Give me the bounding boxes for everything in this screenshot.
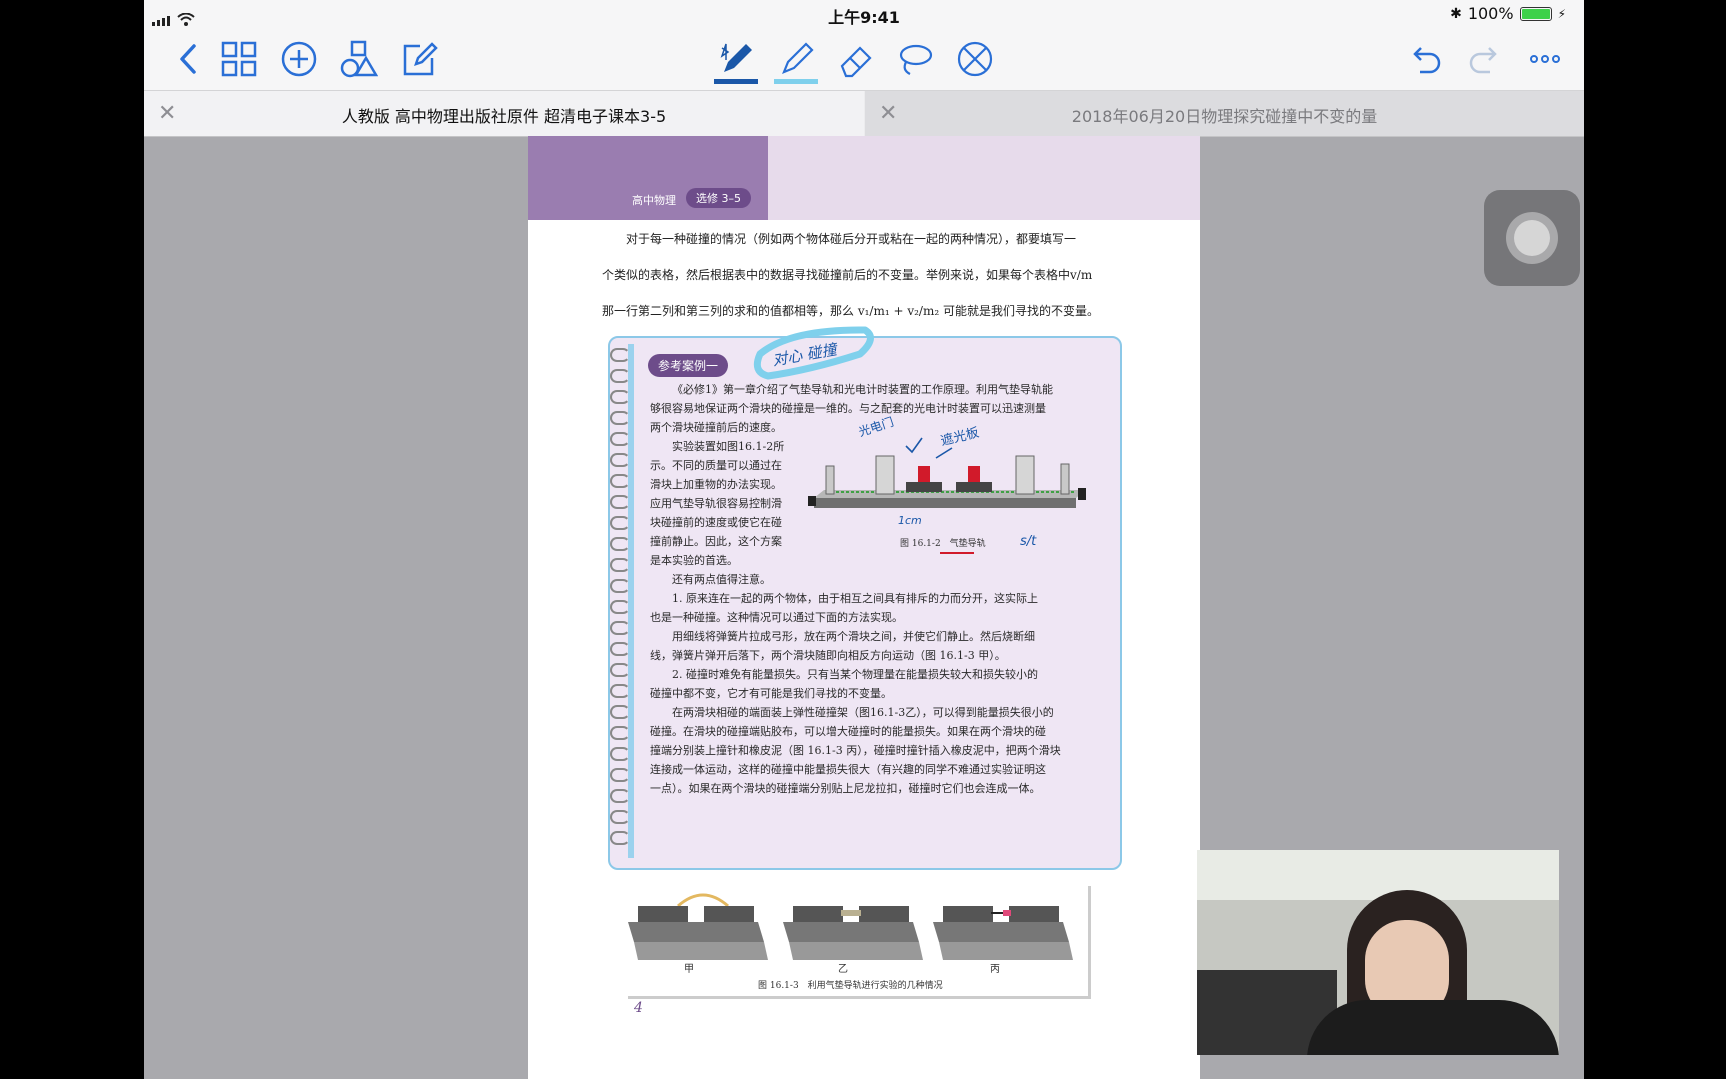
status-time: 上午9:41	[828, 8, 900, 27]
battery-icon	[1519, 6, 1552, 21]
case-text-line: 撞端分别装上撞针和橡皮泥（图 16.1-3 丙），碰撞时撞针插入橡皮泥中，把两个…	[650, 744, 1061, 757]
header-subject: 高中物理	[632, 194, 676, 207]
webcam-person-shoulders	[1307, 1000, 1559, 1055]
tab-document-2[interactable]: ✕ 2018年06月20日物理探究碰撞中不变的量	[865, 91, 1584, 136]
thumbnail-grid-icon[interactable]	[216, 36, 262, 82]
document-page[interactable]: 高中物理 选修 3–5 对于每一种碰撞的情况（例如两个物体碰后分开或粘在一起的两…	[528, 136, 1200, 1079]
case-text-line: 线，弹簧片弹开后落下，两个滑块随即向相反方向运动（图 16.1-3 甲）。	[650, 649, 1006, 662]
eraser-icon[interactable]	[832, 36, 878, 82]
status-bar: 上午9:41 ✱ 100% ⚡	[144, 0, 1584, 28]
notebook-ring	[610, 495, 630, 509]
case-text-line: 撞前静止。因此，这个方案	[650, 535, 782, 548]
notebook-ring	[610, 537, 630, 551]
case-text-line: 碰撞中都不变，它才有可能是我们寻找的不变量。	[650, 687, 892, 700]
notebook-ring	[610, 369, 630, 383]
charging-icon: ⚡	[1557, 6, 1566, 21]
notebook-ring	[610, 810, 630, 824]
case-text-line: 《必修1》第一章介绍了气垫导轨和光电计时装置的工作原理。利用气垫导轨能	[672, 383, 1053, 396]
handwritten-underline	[940, 552, 974, 554]
intro-line: 那一行第二列和第三列的求和的值都相等，那么 v₁/m₁ + v₂/m₂ 可能就是…	[602, 304, 1099, 318]
case-text-line: 连接成一体运动，这样的碰撞中能量损失很大（有兴趣的同学不难通过实验证明这	[650, 763, 1046, 776]
notebook-ring	[610, 747, 630, 761]
case-text-line: 是本实验的首选。	[650, 554, 738, 567]
notebook-ring	[610, 642, 630, 656]
notebook-ring	[610, 474, 630, 488]
annotation-length: 1cm	[898, 514, 922, 527]
case-text-line: 一点）。如果在两个滑块的碰撞端分别贴上尼龙拉扣，碰撞时它们也会连成一体。	[650, 782, 1041, 795]
case-text-line: 碰撞。在滑块的碰撞端贴胶布，可以增大碰撞时的能量损失。如果在两个滑块的碰	[650, 725, 1046, 738]
case-text-line: 应用气垫导轨很容易控制滑	[650, 497, 782, 510]
case-text-line: 2. 碰撞时难免有能量损失。只有当某个物理量在能量损失较大和损失较小的	[672, 668, 1038, 681]
notebook-ring	[610, 726, 630, 740]
notebook-ring	[610, 348, 630, 362]
webcam-background	[1197, 850, 1559, 900]
notebook-ring	[610, 600, 630, 614]
notebook-ring	[610, 789, 630, 803]
notebook-ring	[610, 390, 630, 404]
collision-variants-figure: 甲 乙 丙 图 16.1-3 利用气垫导轨进行实验的几种情况	[628, 886, 1091, 999]
assistive-touch-button[interactable]	[1484, 190, 1580, 286]
intro-line: 对于每一种碰撞的情况（例如两个物体碰后分开或粘在一起的两种情况），都要填写一	[626, 232, 1077, 246]
bluetooth-pen-icon[interactable]	[712, 36, 758, 84]
figure-caption: 图 16.1-2 气垫导轨	[900, 539, 986, 549]
more-icon[interactable]	[1522, 36, 1568, 82]
subfigure-label: 乙	[838, 964, 848, 975]
notebook-ring	[610, 558, 630, 572]
back-chevron-icon[interactable]	[166, 36, 212, 82]
case-text-line: 块碰撞前的速度或使它在碰	[650, 516, 782, 529]
notebook-ring	[610, 705, 630, 719]
page-number: 4	[634, 1000, 643, 1016]
notebook-ring	[610, 663, 630, 677]
notebook-ring	[610, 579, 630, 593]
case-text-line: 滑块上加重物的办法实现。	[650, 478, 782, 491]
box-edge	[628, 344, 634, 858]
lasso-icon[interactable]	[892, 36, 938, 82]
case-text-line: 用细线将弹簧片拉成弓形，放在两个滑块之间，并使它们静止。然后烧断细	[672, 630, 1035, 643]
notebook-ring	[610, 516, 630, 530]
toolbar	[144, 28, 1584, 90]
disable-touch-icon[interactable]	[952, 36, 998, 82]
document-tabs: ✕ 人教版 高中物理出版社原件 超清电子课本3-5 ✕ 2018年06月20日物…	[144, 90, 1584, 137]
collision-variants-drawing	[628, 893, 1073, 960]
page-header: 高中物理 选修 3–5	[528, 136, 1200, 220]
case-text-line: 1. 原来连在一起的两个物体，由于相互之间具有排斥的力而分开，这实际上	[672, 592, 1038, 605]
intro-line: 个类似的表格，然后根据表中的数据寻找碰撞前后的不变量。举例来说，如果每个表格中v…	[602, 268, 1093, 282]
presenter-webcam-video	[1197, 850, 1559, 1055]
reference-case-box: 参考案例一 对心 碰撞 《必修1》第一章介绍了气垫导轨和光电计时装置的工作原理。…	[608, 326, 1122, 870]
battery-percent: 100%	[1467, 4, 1514, 23]
edit-note-icon[interactable]	[396, 36, 442, 82]
tab-title: 人教版 高中物理出版社原件 超清电子课本3-5	[341, 107, 667, 126]
notebook-ring	[610, 621, 630, 635]
undo-icon[interactable]	[1402, 36, 1448, 82]
case-text-line: 示。不同的质量可以通过在	[650, 459, 782, 472]
tab-document-1[interactable]: ✕ 人教版 高中物理出版社原件 超清电子课本3-5	[144, 91, 864, 136]
shapes-icon[interactable]	[336, 36, 382, 82]
case-tag: 参考案例一	[648, 354, 729, 377]
notebook-ring	[610, 768, 630, 782]
subfigure-label: 甲	[684, 964, 694, 975]
notebook-ring	[610, 411, 630, 425]
annotation-formula: s/t	[1020, 534, 1037, 549]
notebook-ring	[610, 432, 630, 446]
notebook-ring	[610, 831, 630, 845]
notebook-ring	[610, 684, 630, 698]
case-text-line: 在两滑块相碰的端面装上弹性碰撞架（图16.1-3乙），可以得到能量损失很小的	[672, 706, 1054, 719]
case-text-line: 实验装置如图16.1-2所	[672, 440, 785, 453]
assistive-touch-center	[1514, 220, 1550, 256]
add-icon[interactable]	[276, 36, 322, 82]
redo-icon[interactable]	[1462, 36, 1508, 82]
case-text-line: 还有两点值得注意。	[672, 573, 771, 586]
highlighter-icon[interactable]	[772, 36, 818, 84]
figure-caption: 图 16.1-3 利用气垫导轨进行实验的几种情况	[758, 981, 943, 991]
bluetooth-icon: ✱	[1450, 5, 1462, 22]
header-volume: 选修 3–5	[686, 188, 751, 208]
tab-title: 2018年06月20日物理探究碰撞中不变的量	[1071, 107, 1378, 126]
notebook-ring	[610, 453, 630, 467]
subfigure-label: 丙	[990, 964, 1000, 975]
case-text-line: 也是一种碰撞。这种情况可以通过下面的方法实现。	[650, 611, 903, 624]
